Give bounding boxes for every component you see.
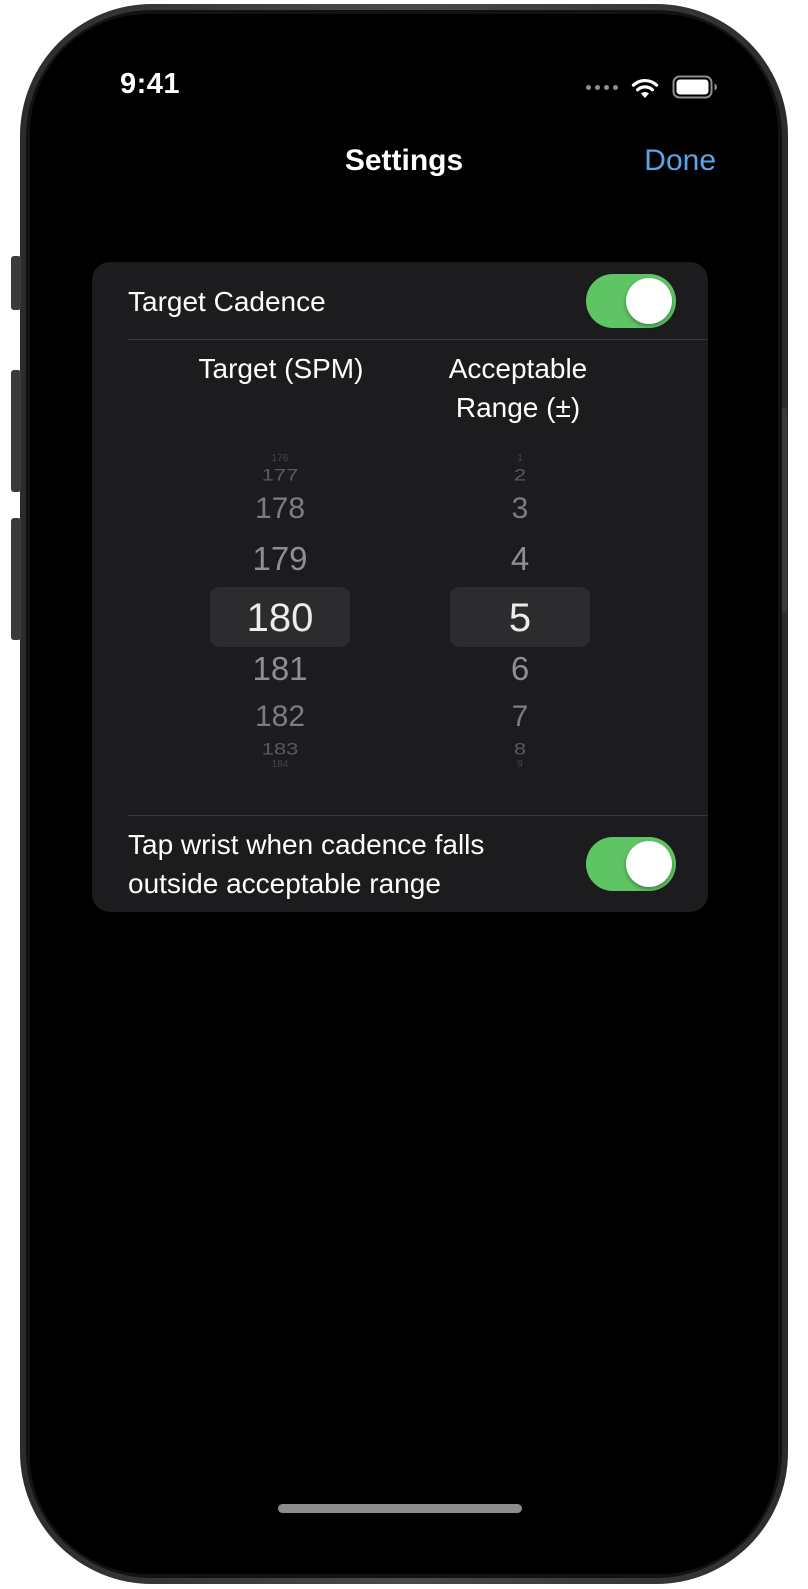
tap-wrist-label-line1: Tap wrist when cadence falls [128, 829, 485, 860]
picker-item[interactable]: 6 [450, 650, 590, 688]
picker-item[interactable]: 184 [210, 760, 350, 770]
tap-wrist-label-line2: outside acceptable range [128, 868, 441, 899]
wifi-icon [631, 78, 659, 98]
picker-item[interactable]: 179 [210, 540, 350, 578]
range-header-line2: Range (±) [455, 392, 581, 423]
settings-card: Target Cadence Target (SPM) Acceptable R… [92, 262, 708, 912]
volume-up-button [11, 370, 21, 492]
picker-item[interactable]: 1 [450, 454, 590, 464]
target-spm-header: Target (SPM) [198, 353, 364, 384]
acceptable-range-picker[interactable]: 1 2 3 4 5 6 7 8 9 [450, 454, 590, 770]
picker-item[interactable]: 7 [450, 700, 590, 734]
picker-item[interactable]: 176 [210, 454, 350, 464]
home-indicator[interactable] [278, 1504, 522, 1513]
range-header-line1: Acceptable [448, 353, 588, 384]
toggle-knob [626, 278, 672, 324]
done-button[interactable]: Done [644, 144, 716, 178]
status-time: 9:41 [120, 68, 181, 100]
status-icons [586, 70, 718, 104]
picker-selected-value[interactable]: 5 [450, 595, 590, 641]
picker-item[interactable]: 178 [210, 492, 350, 526]
picker-selected-value[interactable]: 180 [210, 595, 350, 641]
picker-item[interactable]: 8 [450, 741, 590, 758]
picker-item[interactable]: 9 [450, 760, 590, 770]
divider [128, 815, 708, 816]
picker-item[interactable]: 2 [450, 467, 590, 484]
picker-item[interactable]: 3 [450, 492, 590, 526]
target-spm-picker[interactable]: 176 177 178 179 180 181 182 183 184 [210, 454, 350, 770]
picker-item[interactable]: 183 [210, 741, 350, 758]
cellular-dots-icon [586, 84, 618, 90]
picker-item[interactable]: 177 [210, 467, 350, 484]
picker-item-text: 178 [254, 492, 306, 525]
target-cadence-toggle[interactable] [586, 274, 676, 328]
tap-wrist-label: Tap wrist when cadence falls outside acc… [128, 825, 484, 903]
tap-wrist-toggle[interactable] [586, 837, 676, 891]
acceptable-range-header: Acceptable Range (±) [418, 349, 618, 427]
picker-item[interactable]: 182 [210, 700, 350, 734]
screen: 9:41 Settings Done Target Cadence Target… [30, 14, 778, 1574]
target-cadence-label: Target Cadence [128, 286, 326, 317]
volume-down-button [11, 518, 21, 640]
picker-item[interactable]: 4 [450, 540, 590, 578]
toggle-knob [626, 841, 672, 887]
picker-item[interactable]: 181 [210, 650, 350, 688]
mute-switch [11, 256, 21, 310]
battery-icon [672, 75, 717, 99]
divider [128, 339, 708, 340]
